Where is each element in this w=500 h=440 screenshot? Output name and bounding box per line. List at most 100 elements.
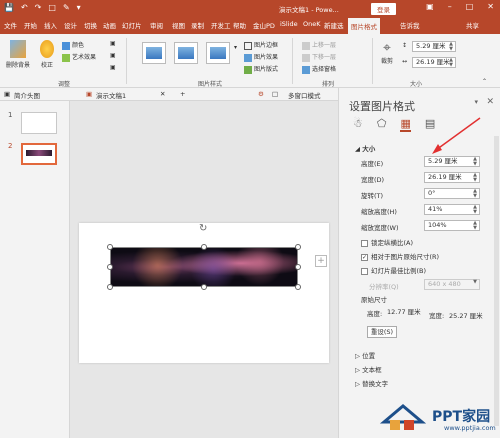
minimize-icon[interactable]: – bbox=[448, 2, 452, 11]
tab-13[interactable]: iSlide bbox=[280, 20, 298, 28]
tab-6[interactable]: 幻灯片 bbox=[122, 20, 142, 30]
effect-button[interactable]: 图片效果 bbox=[244, 52, 278, 62]
scale-height-input[interactable]: 41% ▲ ▼ bbox=[424, 204, 480, 215]
rotation-input[interactable]: 0° ▲ ▼ bbox=[424, 188, 480, 199]
more-icon[interactable]: ▾ bbox=[77, 3, 81, 12]
tab-5[interactable]: 动画 bbox=[103, 20, 116, 30]
ribbon-width-input[interactable]: 26.19 厘米 ▲ ▼ bbox=[412, 57, 456, 68]
tab-10[interactable]: 开发工 bbox=[211, 20, 231, 30]
scale-width-label: 缩放宽度(W) bbox=[361, 224, 399, 232]
relative-original-size-checkbox[interactable]: ✓ 相对于图片原始尺寸(R) bbox=[361, 251, 439, 261]
layout-button[interactable]: 图片版式 bbox=[244, 64, 278, 74]
slide-canvas[interactable]: ↻ + bbox=[79, 223, 329, 363]
selected-image[interactable] bbox=[110, 247, 298, 287]
size-properties-icon[interactable]: ▦ bbox=[400, 117, 411, 132]
picture-style-1[interactable] bbox=[142, 42, 166, 64]
remove-background-button[interactable]: 删除背景 bbox=[4, 40, 32, 69]
tab-7[interactable]: 审阅 bbox=[150, 20, 163, 30]
width-input[interactable]: 26.19 厘米 ▲ ▼ bbox=[424, 172, 480, 183]
tab-11[interactable]: 帮助 bbox=[233, 20, 246, 30]
resize-handle[interactable] bbox=[295, 244, 301, 250]
border-button[interactable]: 图片边框 bbox=[244, 40, 278, 50]
doc-tab-2[interactable]: 演示文稿1 bbox=[96, 90, 126, 100]
picture-style-3[interactable] bbox=[206, 42, 230, 64]
slide-thumbnail-1[interactable] bbox=[21, 112, 57, 134]
pane-scrollbar[interactable] bbox=[494, 136, 499, 426]
tab-9[interactable]: 录制 bbox=[191, 20, 204, 30]
new-tab-icon[interactable]: + bbox=[180, 90, 185, 98]
ribbon-width-icon: ↔ bbox=[402, 58, 408, 65]
tab-2[interactable]: 插入 bbox=[44, 20, 57, 30]
effects-icon[interactable]: ⬠ bbox=[377, 117, 387, 132]
change-picture-icon[interactable]: ▣ bbox=[110, 52, 116, 59]
fill-line-icon[interactable]: ☃ bbox=[353, 117, 363, 132]
orig-height-label: 高度: bbox=[367, 310, 383, 318]
resolution-select[interactable]: 640 x 480 ▼ bbox=[424, 279, 480, 290]
correct-button[interactable]: 校正 bbox=[38, 40, 56, 69]
ribbon-display-icon[interactable]: ▣ bbox=[426, 2, 434, 11]
window-mode-icon[interactable]: □ bbox=[272, 90, 278, 98]
send-backward-icon bbox=[302, 53, 310, 62]
tab-15[interactable]: 新建选 bbox=[324, 20, 344, 30]
bring-forward-button[interactable]: 上移一层 bbox=[302, 40, 336, 50]
tab-8[interactable]: 视图 bbox=[172, 20, 185, 30]
save-icon[interactable]: 💾 bbox=[4, 3, 14, 12]
scale-width-input[interactable]: 104% ▲ ▼ bbox=[424, 220, 480, 231]
quick-access-toolbar: 💾 ↶ ↷ □ ✎ ▾ bbox=[4, 3, 81, 12]
best-scale-checkbox[interactable]: 幻灯片最佳比例(B) bbox=[361, 265, 426, 275]
rotate-handle-icon[interactable]: ↻ bbox=[199, 223, 207, 234]
tab-18[interactable]: 共享 bbox=[466, 20, 479, 30]
tab-16[interactable]: 图片格式 bbox=[348, 18, 380, 34]
maximize-icon[interactable]: □ bbox=[466, 2, 474, 11]
layout-options-icon[interactable]: + bbox=[315, 255, 327, 267]
multi-window-toggle[interactable]: 多窗口模式 bbox=[288, 90, 321, 100]
reset-button[interactable]: 重设(S) bbox=[367, 326, 397, 338]
close-pane-icon[interactable]: ✕ bbox=[486, 97, 494, 107]
tab-14[interactable]: OneK bbox=[303, 20, 321, 28]
section-size-header[interactable]: ◢ 大小 bbox=[355, 143, 375, 153]
height-input[interactable]: 5.29 厘米 ▲ ▼ bbox=[424, 156, 480, 167]
crop-button[interactable]: ⌖ 裁剪 bbox=[378, 40, 396, 65]
resize-handle[interactable] bbox=[107, 244, 113, 250]
resize-handle[interactable] bbox=[107, 284, 113, 290]
picture-style-2[interactable] bbox=[174, 42, 198, 64]
resize-handle[interactable] bbox=[107, 264, 113, 270]
tab-17[interactable]: 告诉我 bbox=[400, 20, 420, 30]
effect-icon bbox=[244, 53, 252, 62]
gear-icon[interactable]: ⚙ bbox=[258, 90, 264, 98]
slide-thumbnail-2[interactable] bbox=[21, 143, 57, 165]
tab-3[interactable]: 设计 bbox=[64, 20, 77, 30]
close-icon[interactable]: ✕ bbox=[487, 2, 494, 11]
lock-aspect-ratio-checkbox[interactable]: 锁定纵横比(A) bbox=[361, 237, 413, 247]
tab-4[interactable]: 切换 bbox=[84, 20, 97, 30]
undo-icon[interactable]: ↶ bbox=[21, 3, 28, 12]
ribbon-height-input[interactable]: 5.29 厘米 ▲ ▼ bbox=[412, 41, 456, 52]
styles-more-icon[interactable]: ▾ bbox=[234, 44, 237, 51]
tab-12[interactable]: 金山PD bbox=[253, 20, 275, 30]
tab-0[interactable]: 文件 bbox=[4, 20, 17, 30]
section-textbox-header[interactable]: ▷ 文本框 bbox=[355, 364, 382, 374]
compress-icon[interactable]: ▣ bbox=[110, 40, 116, 47]
tab-1[interactable]: 开始 bbox=[24, 20, 37, 30]
doc-tab-1[interactable]: 简介头图 bbox=[14, 90, 40, 100]
close-tab-icon[interactable]: ✕ bbox=[160, 90, 165, 98]
picture-icon[interactable]: ▤ bbox=[425, 117, 435, 132]
height-label: 高度(E) bbox=[361, 160, 384, 168]
art-effect-button[interactable]: 艺术效果 bbox=[62, 52, 96, 62]
collapse-ribbon-icon[interactable]: ⌃ bbox=[482, 78, 487, 85]
reset-picture-icon[interactable]: ▣ bbox=[110, 64, 116, 71]
color-button[interactable]: 颜色 bbox=[62, 40, 84, 50]
section-position-header[interactable]: ▷ 位置 bbox=[355, 350, 375, 360]
highlight-icon[interactable]: ✎ bbox=[63, 3, 70, 12]
send-backward-button[interactable]: 下移一层 bbox=[302, 52, 336, 62]
resize-handle[interactable] bbox=[201, 244, 207, 250]
resize-handle[interactable] bbox=[201, 284, 207, 290]
login-button[interactable]: 登录 bbox=[371, 3, 396, 15]
redo-icon[interactable]: ↷ bbox=[35, 3, 42, 12]
start-icon[interactable]: □ bbox=[48, 3, 56, 12]
resize-handle[interactable] bbox=[295, 264, 301, 270]
pane-options-icon[interactable]: ▾ bbox=[474, 98, 478, 106]
resize-handle[interactable] bbox=[295, 284, 301, 290]
section-alt-text-header[interactable]: ▷ 替换文字 bbox=[355, 378, 388, 388]
selection-pane-button[interactable]: 选择窗格 bbox=[302, 64, 336, 74]
